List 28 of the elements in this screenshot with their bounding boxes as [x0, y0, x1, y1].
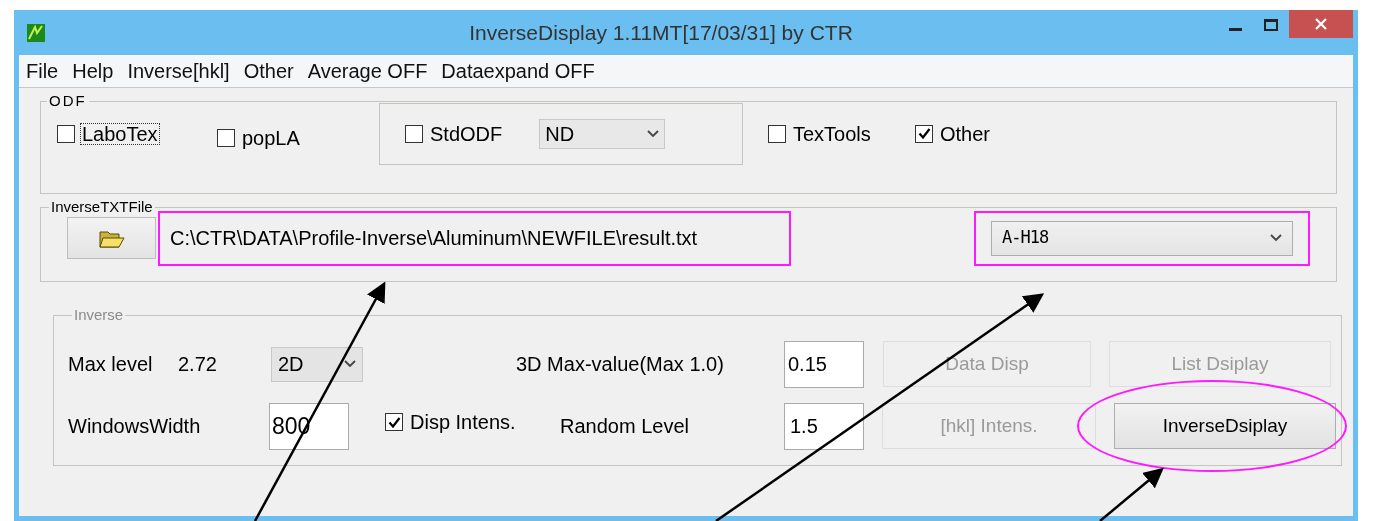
mode-dropdown[interactable]: 2D	[271, 346, 363, 382]
random-level-field[interactable]: 1.5	[784, 402, 864, 450]
windows-width-label: WindowsWidth	[68, 414, 202, 439]
max-level-value: 2.72	[178, 352, 218, 377]
checkbox-label: popLA	[241, 127, 301, 148]
checkbox-label: TexTools	[792, 123, 872, 144]
direction-dropdown[interactable]: ND	[539, 118, 666, 149]
group-label: ODF	[48, 91, 88, 111]
sample-dropdown[interactable]: A-H18	[991, 220, 1293, 256]
max-level-label: Max level	[68, 352, 154, 377]
file-path-field[interactable]: C:\CTR\DATA\Profile-Inverse\Aluminum\NEWFILE\result.txt	[158, 210, 791, 266]
menu-item[interactable]: Help	[72, 56, 114, 86]
window-title: InverseDisplay 1.11MT[17/03/31] by CTR	[469, 19, 853, 46]
menu-item[interactable]: Inverse[hkl]	[127, 56, 230, 86]
checkbox-label: Disp Intens.	[409, 412, 517, 432]
menu-item[interactable]: Average OFF	[307, 56, 428, 86]
random-level-label: Random Level	[560, 414, 690, 439]
max-value-field[interactable]: 0.15	[784, 340, 864, 388]
checkbox-label: Other	[939, 123, 992, 144]
max-value-label: 3D Max-value(Max 1.0)	[516, 352, 725, 377]
action-button[interactable]: InverseDsiplay	[1114, 403, 1336, 449]
group-label: Inverse	[73, 305, 125, 325]
group-label: InverseTXTFile	[50, 197, 154, 217]
menu-item[interactable]: Dataexpand OFF	[441, 56, 595, 86]
checkbox-label: LaboTex	[81, 123, 159, 144]
menu-item[interactable]: Other	[243, 56, 294, 86]
menu-item[interactable]: File	[26, 56, 59, 86]
checkbox-label: StdODF	[429, 123, 504, 144]
